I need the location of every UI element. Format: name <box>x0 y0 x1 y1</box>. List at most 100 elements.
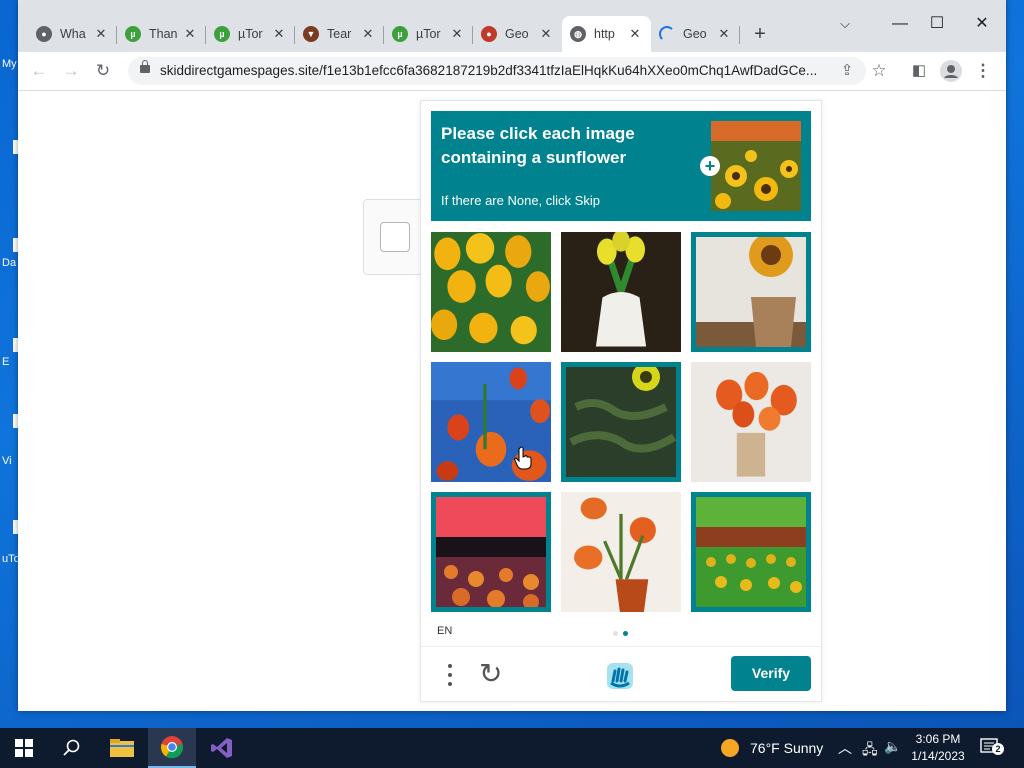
page-dot-1 <box>613 631 618 636</box>
utorrent-icon: µ <box>392 26 408 42</box>
tab-title: Geo <box>505 27 529 41</box>
browser-toolbar: ← → ↻ skiddirectgamespages.site/f1e13b1e… <box>18 52 1006 91</box>
bookmark-star-icon[interactable]: ☆ <box>868 60 890 82</box>
close-tab-icon[interactable]: ✕ <box>271 26 287 42</box>
challenge-image-6[interactable] <box>691 362 811 482</box>
close-tab-icon[interactable]: ✕ <box>538 26 554 42</box>
address-bar[interactable]: skiddirectgamespages.site/f1e13b1efcc6fa… <box>128 57 866 85</box>
chrome-icon <box>160 736 184 759</box>
challenge-image-5[interactable] <box>561 362 681 482</box>
browser-window: ● Wha ✕ µ Than ✕ µ µTor ✕ ▼ Tear ✕ µ µTo… <box>18 0 1006 711</box>
browser-tab[interactable]: µ Than ✕ <box>117 16 206 52</box>
taskbar: 76°F Sunny ︿ 🖧 🔈 3:06 PM 1/14/2023 2 <box>0 728 1024 768</box>
search-button[interactable] <box>48 728 96 768</box>
start-button[interactable] <box>0 728 48 768</box>
volume-icon[interactable]: 🔈 <box>884 738 901 755</box>
refresh-icon[interactable]: ↻ <box>479 659 502 689</box>
challenge-image-9[interactable] <box>691 492 811 612</box>
desktop-icon-label[interactable]: My <box>2 58 17 70</box>
utorrent-icon: µ <box>214 26 230 42</box>
browser-tab[interactable]: ▼ Tear ✕ <box>295 16 384 52</box>
lock-icon[interactable] <box>140 60 150 73</box>
browser-tab-active[interactable]: ◍ http ✕ <box>562 16 651 52</box>
page-dot-2 <box>623 631 628 636</box>
captcha-checkbox[interactable] <box>380 222 410 252</box>
utorrent-icon: µ <box>125 26 141 42</box>
page-content: Please click each image containing a sun… <box>18 91 1006 711</box>
prompt-text: Please click each image containing a sun… <box>441 124 635 167</box>
search-icon <box>63 739 80 756</box>
desktop-icon-label[interactable]: E <box>2 356 9 368</box>
close-tab-icon[interactable]: ✕ <box>360 26 376 42</box>
browser-tab[interactable]: Geo ✕ <box>651 16 740 52</box>
verify-button[interactable]: Verify <box>731 656 811 691</box>
browser-tab[interactable]: µ µTor ✕ <box>384 16 473 52</box>
network-icon[interactable]: 🖧 <box>862 739 878 763</box>
profile-avatar[interactable] <box>940 60 962 82</box>
language-selector[interactable]: EN <box>437 625 452 637</box>
share-icon[interactable]: ⇪ <box>836 60 858 82</box>
notifications-button[interactable]: 2 <box>980 737 1004 757</box>
side-panel-icon[interactable]: ◧ <box>908 60 930 82</box>
weather-sun-icon[interactable] <box>721 739 739 757</box>
chrome-taskbar-button[interactable] <box>148 728 196 768</box>
close-window-button[interactable]: ✕ <box>970 12 994 36</box>
challenge-image-1[interactable] <box>431 232 551 352</box>
challenge-image-3[interactable] <box>691 232 811 352</box>
challenge-image-8[interactable] <box>561 492 681 612</box>
forward-button[interactable]: → <box>60 60 82 82</box>
visual-studio-icon <box>211 738 232 758</box>
close-tab-icon[interactable]: ✕ <box>716 26 732 42</box>
globe-icon: ◍ <box>570 26 586 42</box>
challenge-image-7[interactable] <box>431 492 551 612</box>
close-tab-icon[interactable]: ✕ <box>182 26 198 42</box>
hand-cursor-icon <box>514 446 532 475</box>
desktop-icon-label[interactable]: Da <box>2 257 16 269</box>
tab-title: µTor <box>238 27 263 41</box>
chrome-icon: ● <box>36 26 52 42</box>
weather-text[interactable]: 76°F Sunny <box>750 740 823 756</box>
tab-title: µTor <box>416 27 441 41</box>
browser-tab[interactable]: µ µTor ✕ <box>206 16 295 52</box>
tab-title: Wha <box>60 27 86 41</box>
folder-icon <box>110 739 134 757</box>
loading-icon <box>659 26 675 42</box>
prompt-subtext: If there are None, click Skip <box>441 193 600 208</box>
tab-title: Than <box>149 27 178 41</box>
challenge-image-4[interactable] <box>431 362 551 482</box>
close-tab-icon[interactable]: ✕ <box>93 26 109 42</box>
browser-tab[interactable]: ● Geo ✕ <box>473 16 562 52</box>
minimize-button[interactable]: — <box>888 12 912 36</box>
desktop-icon-label[interactable]: Vi <box>2 455 12 467</box>
close-tab-icon[interactable]: ✕ <box>449 26 465 42</box>
url-text: skiddirectgamespages.site/f1e13b1efcc6fa… <box>160 63 818 78</box>
visual-studio-button[interactable] <box>198 728 246 768</box>
tearer-icon: ▼ <box>303 26 319 42</box>
expand-example-icon[interactable]: + <box>700 156 720 176</box>
close-tab-icon[interactable]: ✕ <box>627 26 643 42</box>
windows-icon <box>15 739 33 757</box>
notification-count-badge: 2 <box>992 743 1004 755</box>
new-tab-button[interactable]: + <box>748 22 772 46</box>
browser-tab[interactable]: ● Wha ✕ <box>28 16 117 52</box>
tab-title: Geo <box>683 27 707 41</box>
file-explorer-button[interactable] <box>98 728 146 768</box>
clock-time: 3:06 PM <box>915 732 961 746</box>
clock[interactable]: 3:06 PM 1/14/2023 <box>908 731 968 765</box>
captcha-challenge: Please click each image containing a sun… <box>420 100 822 702</box>
tab-title: Tear <box>327 27 352 41</box>
hcaptcha-logo-icon[interactable] <box>603 661 637 691</box>
maximize-button[interactable]: ☐ <box>925 12 949 36</box>
reload-button[interactable]: ↻ <box>92 60 114 82</box>
challenge-image-2[interactable] <box>561 232 681 352</box>
example-image[interactable] <box>711 121 801 211</box>
menu-icon[interactable]: ⋮ <box>972 60 994 82</box>
tab-search-icon[interactable]: ⌵ <box>833 12 857 36</box>
menu-dots-icon[interactable] <box>443 662 457 688</box>
captcha-footer: ↻ Verify <box>421 646 821 702</box>
tab-strip: ● Wha ✕ µ Than ✕ µ µTor ✕ ▼ Tear ✕ µ µTo… <box>18 0 1006 52</box>
clock-date: 1/14/2023 <box>911 749 965 763</box>
back-button[interactable]: ← <box>28 60 50 82</box>
chevron-up-icon[interactable]: ︿ <box>838 738 852 758</box>
geo-icon: ● <box>481 26 497 42</box>
